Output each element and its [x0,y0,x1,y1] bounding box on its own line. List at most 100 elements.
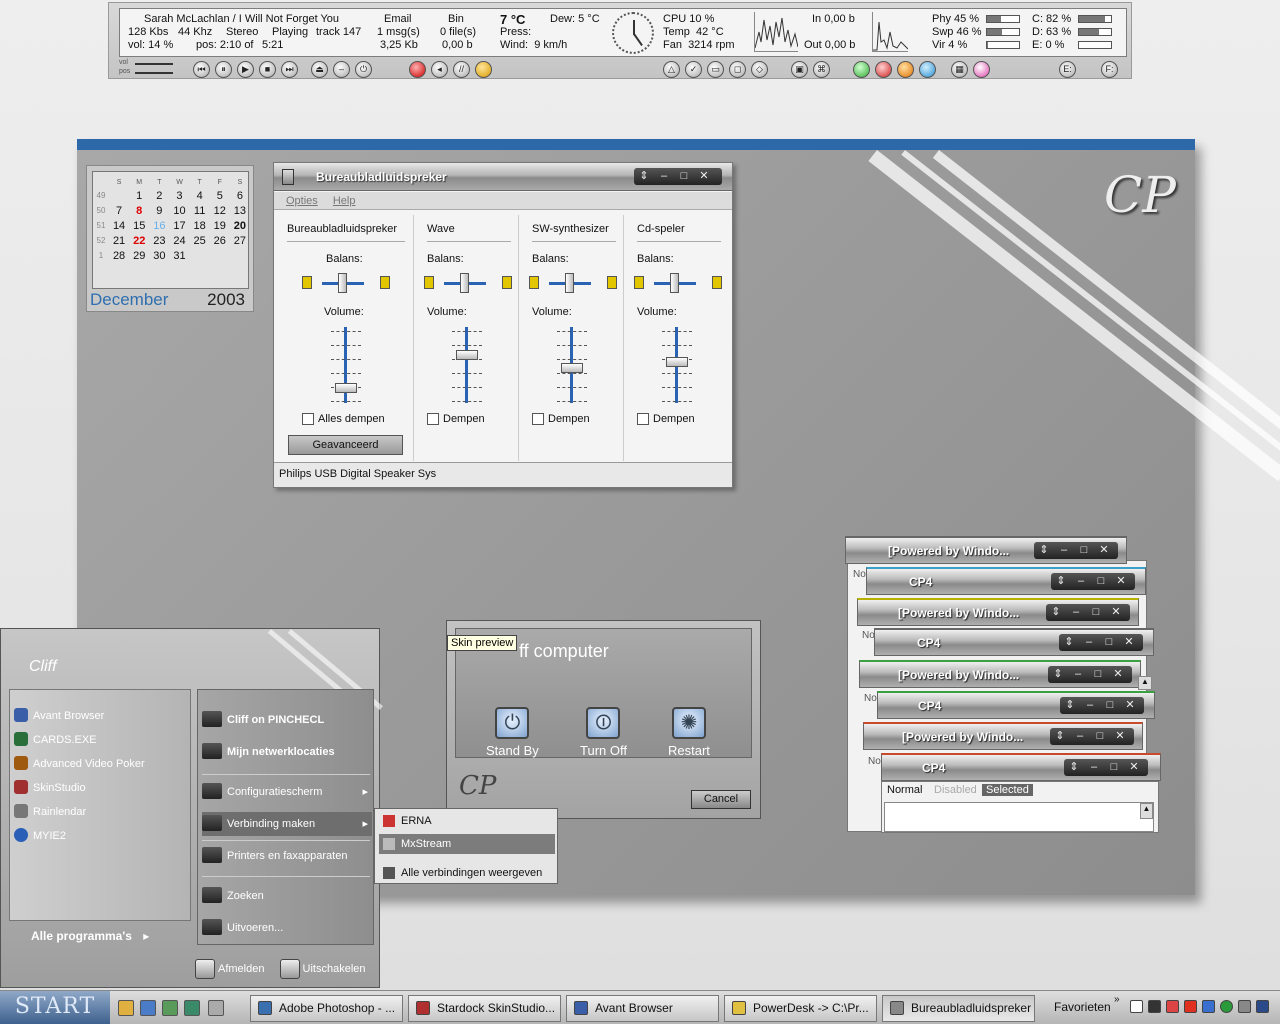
email-count[interactable]: 1 msg(s) [377,26,420,39]
calendar-day[interactable]: 20 [230,218,250,233]
calendar-day[interactable]: 26 [210,233,230,248]
calendar-day[interactable]: 14 [109,218,129,233]
minimize-icon[interactable]: – [1070,728,1090,745]
close-icon[interactable]: ✕ [1111,573,1131,590]
mute-checkbox[interactable]: Dempen [637,413,695,426]
speaker-icon[interactable]: ◂ [431,61,448,78]
minimize-icon[interactable]: – [1054,542,1074,559]
close-icon[interactable]: ✕ [1094,542,1114,559]
all-programs-button[interactable]: Alle programma's ▸ [31,929,149,943]
maximize-icon[interactable]: □ [1088,666,1108,683]
balance-slider[interactable] [422,271,518,295]
program-cards[interactable]: CARDS.EXE [14,730,97,750]
roll-up-icon[interactable]: ⇕ [1046,604,1066,621]
eject-icon[interactable]: ⏏ [311,61,328,78]
volume-slider[interactable] [662,327,692,407]
triangle-icon[interactable]: △ [663,61,680,78]
calendar-day[interactable]: 22 [129,233,149,248]
quicklaunch-app-icon[interactable] [162,1000,178,1016]
quicklaunch-excel-icon[interactable] [184,1000,200,1016]
tray-acrobat-icon[interactable] [1166,1000,1179,1013]
program-myie2[interactable]: MYIE2 [14,826,66,846]
sun-icon[interactable] [475,61,492,78]
tab-normal[interactable]: Normal [887,784,922,796]
task-avant-browser[interactable]: Avant Browser [566,995,719,1022]
calendar-day[interactable]: 6 [230,188,250,203]
advanced-button[interactable]: Geavanceerd [288,435,403,455]
calendar-day[interactable]: 10 [169,203,189,218]
chevron-icon[interactable]: » [1114,994,1120,1005]
balance-slider[interactable] [527,271,623,295]
record-icon[interactable] [409,61,426,78]
close-icon[interactable]: ✕ [1108,666,1128,683]
mute-checkbox[interactable]: Dempen [427,413,485,426]
minimize-icon[interactable]: – [1079,634,1099,651]
minimize-icon[interactable]: – [1071,573,1091,590]
tray-monitor-icon[interactable] [1256,1000,1269,1013]
play-icon[interactable]: ▶ [237,61,254,78]
connection-mxstream[interactable]: MxStream [379,834,555,854]
quicklaunch-browser-icon[interactable] [140,1000,156,1016]
position-mini-slider[interactable] [135,72,173,74]
maximize-icon[interactable]: □ [1091,573,1111,590]
drive-e-button[interactable]: E: [1059,61,1076,78]
monitor-icon[interactable]: ▣ [791,61,808,78]
calendar-day[interactable]: 18 [190,218,210,233]
maximize-icon[interactable]: □ [1074,542,1094,559]
calendar-day[interactable]: 31 [169,248,189,263]
bucket-icon[interactable] [919,61,936,78]
menu-help[interactable]: Help [333,192,356,210]
bin-count[interactable]: 0 file(s) [440,26,476,39]
tray-speaker-icon[interactable] [1238,1000,1251,1013]
calendar-day[interactable]: 2 [149,188,169,203]
roll-up-icon[interactable]: ⇕ [634,168,654,185]
standby-button[interactable]: ⏻ Stand By [486,707,539,758]
task-photoshop[interactable]: Adobe Photoshop - ... [250,995,403,1022]
close-icon[interactable]: ✕ [1119,634,1139,651]
maximize-icon[interactable]: □ [1100,697,1120,714]
favorites-toolbar[interactable]: Favorieten [1054,1000,1111,1014]
connection-erna[interactable]: ERNA [379,811,555,831]
place-run[interactable]: Uitvoeren... [202,916,372,940]
calendar-day[interactable] [109,188,129,203]
calendar-day[interactable]: 4 [190,188,210,203]
calendar-day[interactable]: 23 [149,233,169,248]
stop-icon[interactable]: ■ [259,61,276,78]
volume-mini-slider[interactable] [135,63,173,65]
acrobat-icon[interactable] [875,61,892,78]
next-icon[interactable]: ⏭ [281,61,298,78]
balance-slider[interactable] [300,271,390,295]
roll-up-icon[interactable]: ⇕ [1059,634,1079,651]
scroll-up-icon[interactable]: ▲ [1138,676,1152,690]
start-button[interactable]: START [0,991,110,1024]
preview-window-titlebar[interactable]: CP4 ⇕ – □ ✕ [881,753,1161,781]
roll-up-icon[interactable]: ⇕ [1050,728,1070,745]
preview-window-titlebar[interactable]: CP4 ⇕ – □ ✕ [866,567,1146,595]
pause-icon[interactable]: ⏸ [215,61,232,78]
minimize-player-icon[interactable]: – [333,61,350,78]
calendar-day[interactable]: 1 [129,188,149,203]
maximize-icon[interactable]: □ [1090,728,1110,745]
volume-slider[interactable] [452,327,482,407]
film-icon[interactable]: ▦ [951,61,968,78]
minimize-icon[interactable]: – [1066,604,1086,621]
calendar-day[interactable]: 9 [149,203,169,218]
maximize-icon[interactable]: □ [1086,604,1106,621]
logoff-button[interactable]: Afmelden [195,959,270,979]
minimize-icon[interactable]: – [1084,759,1104,776]
calendar-day[interactable]: 3 [169,188,189,203]
calendar-day[interactable]: 15 [129,218,149,233]
quicklaunch-desktop-icon[interactable] [208,1000,224,1016]
mute-all-checkbox[interactable]: Alles dempen [302,413,385,426]
calendar-day[interactable]: 24 [169,233,189,248]
window-icon[interactable]: ◻ [729,61,746,78]
calendar-day[interactable]: 5 [210,188,230,203]
calendar-day[interactable]: 7 [109,203,129,218]
folder-icon[interactable]: ▭ [707,61,724,78]
restart-button[interactable]: ✺ Restart [668,707,710,758]
volume-slider[interactable] [331,327,361,407]
tab-selected[interactable]: Selected [982,784,1033,796]
calendar-day[interactable]: 13 [230,203,250,218]
balance-slider[interactable] [632,271,728,295]
check-icon[interactable]: ✓ [685,61,702,78]
